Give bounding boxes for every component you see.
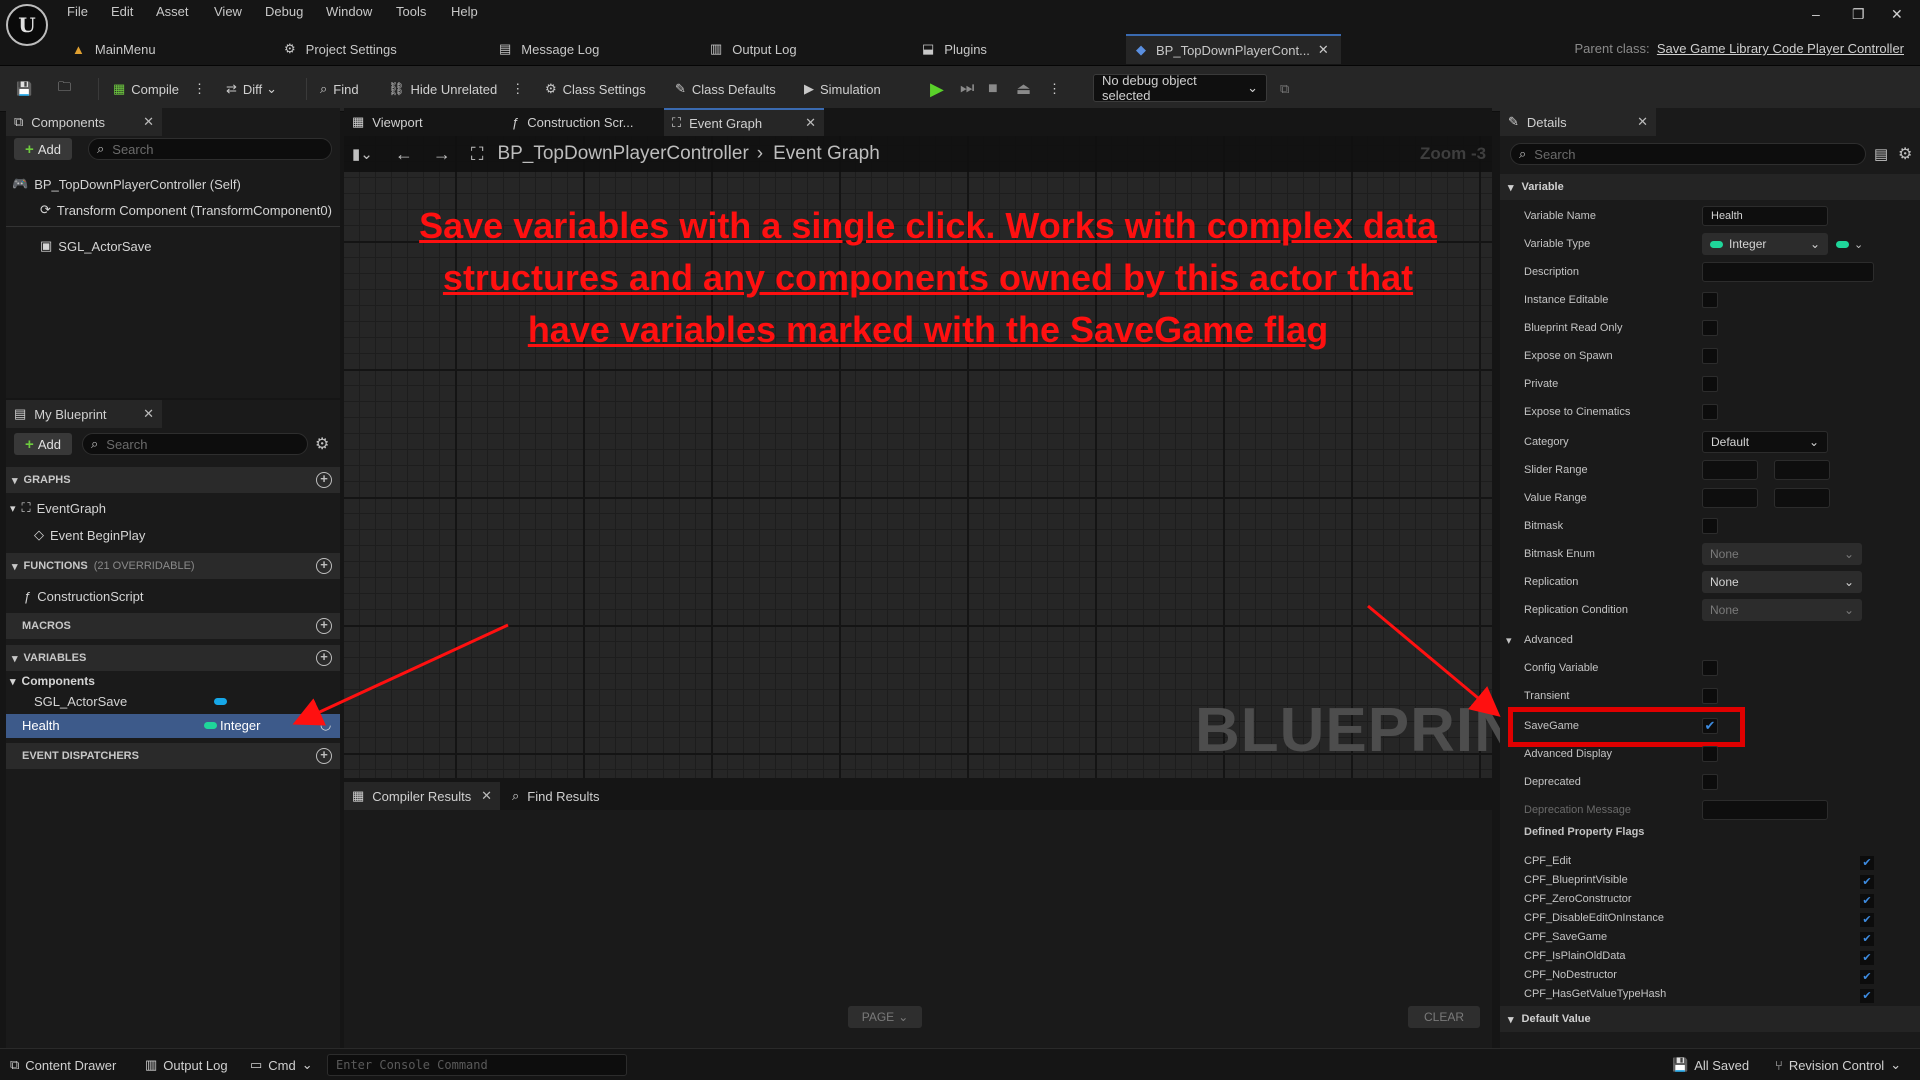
annotation-arrows [292,604,1501,726]
status-label: Revision Control [1788,1057,1885,1073]
status-label: Cmd [268,1057,296,1073]
console-command-input[interactable]: Enter Console Command [327,1054,627,1076]
unreal-logo-icon[interactable]: U [6,4,48,46]
all-saved-button[interactable]: 💾 All Saved [1672,1057,1749,1073]
console-placeholder: Enter Console Command [336,1058,488,1072]
chevron-down-icon: ⌄ [301,1057,313,1072]
revision-control-icon: ⑂ [1775,1057,1783,1073]
status-bar: ⧉ Content Drawer ▥ Output Log ▭ Cmd ⌄ Enter … [0,1048,1920,1080]
revision-control-button[interactable]: ⑂ Revision Control ⌄ [1775,1057,1901,1073]
content-drawer-icon: ⧉ [10,1057,20,1072]
arrow-to-savegame-flag [1367,604,1501,717]
status-label: All Saved [1694,1057,1750,1073]
cmd-select[interactable]: ▭ Cmd ⌄ [250,1057,313,1073]
terminal-icon: ▭ [250,1057,263,1072]
status-label: Output Log [163,1057,228,1073]
status-label: Content Drawer [25,1057,117,1073]
output-log-icon: ▥ [145,1057,158,1072]
output-log-button[interactable]: ▥ Output Log [145,1057,228,1073]
content-drawer-button[interactable]: ⧉ Content Drawer [10,1057,116,1073]
chevron-down-icon: ⌄ [1890,1057,1902,1072]
save-status-icon: 💾 [1672,1057,1689,1072]
arrow-to-health-variable [292,623,509,726]
